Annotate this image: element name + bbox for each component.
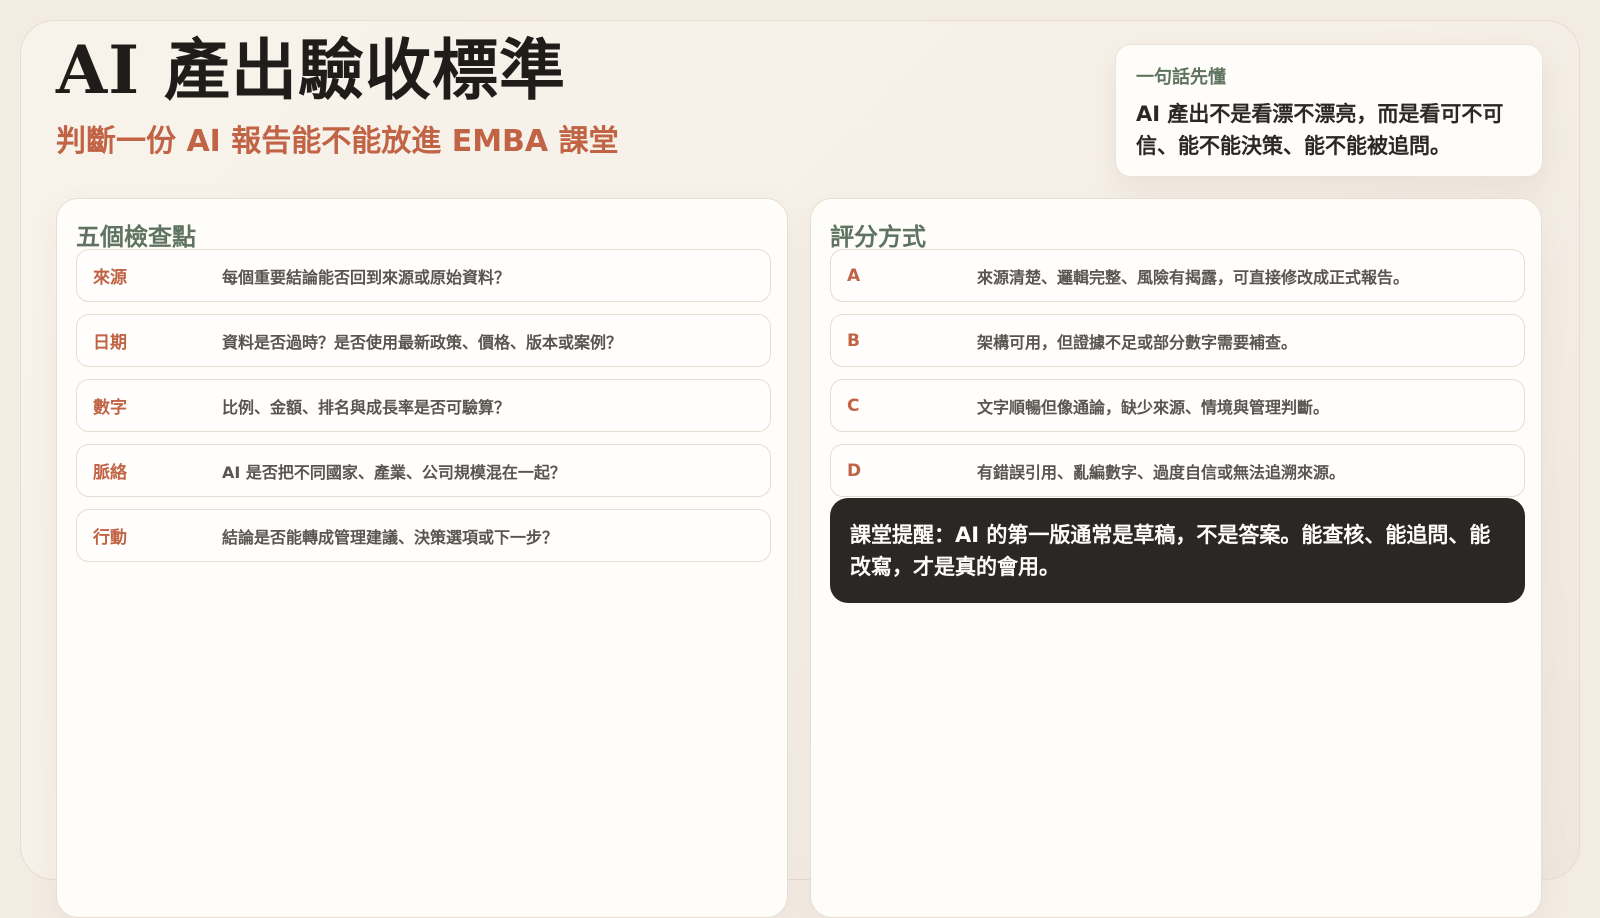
checkpoint-text: 資料是否過時？是否使用最新政策、價格、版本或案例？: [222, 332, 623, 352]
grade-text: 架構可用，但證據不足或部分數字需要補查。: [977, 332, 1298, 352]
summary-text: AI 產出不是看漂不漂亮，而是看可不可信、能不能決策、能不能被追問。: [1136, 102, 1504, 158]
grade-key: A: [847, 265, 861, 286]
checkpoint-text: 比例、金額、排名與成長率是否可驗算？: [222, 397, 511, 417]
page-subtitle: 判斷一份 AI 報告能不能放進 EMBA 課堂: [56, 124, 619, 159]
checkpoint-row-context: 脈絡 AI 是否把不同國家、產業、公司規模混在一起？: [76, 444, 771, 497]
checkpoint-key: 數字: [93, 398, 127, 418]
checkpoint-row-action: 行動 結論是否能轉成管理建議、決策選項或下一步？: [76, 509, 771, 562]
checkpoint-row-date: 日期 資料是否過時？是否使用最新政策、價格、版本或案例？: [76, 314, 771, 367]
grading-list: A 來源清楚、邏輯完整、風險有揭露，可直接修改成正式報告。 B 架構可用，但證據…: [830, 249, 1525, 509]
checkpoint-key: 行動: [93, 528, 127, 548]
grading-panel: 評分方式 A 來源清楚、邏輯完整、風險有揭露，可直接修改成正式報告。 B 架構可…: [810, 198, 1542, 918]
checkpoint-text: AI 是否把不同國家、產業、公司規模混在一起？: [222, 462, 566, 482]
checkpoint-text: 結論是否能轉成管理建議、決策選項或下一步？: [222, 527, 559, 547]
grade-row-b: B 架構可用，但證據不足或部分數字需要補查。: [830, 314, 1525, 367]
checkpoint-text: 每個重要結論能否回到來源或原始資料？: [222, 267, 511, 287]
classroom-reminder: 課堂提醒：AI 的第一版通常是草稿，不是答案。能查核、能追問、能改寫，才是真的會…: [830, 498, 1525, 603]
grade-row-d: D 有錯誤引用、亂編數字、過度自信或無法追溯來源。: [830, 444, 1525, 497]
summary-card: 一句話先懂 AI 產出不是看漂不漂亮，而是看可不可信、能不能決策、能不能被追問。: [1115, 44, 1543, 177]
grade-text: 來源清楚、邏輯完整、風險有揭露，可直接修改成正式報告。: [977, 267, 1410, 287]
grade-key: D: [847, 460, 862, 481]
grade-key: B: [847, 330, 860, 351]
grade-key: C: [847, 395, 860, 416]
checkpoint-row-numbers: 數字 比例、金額、排名與成長率是否可驗算？: [76, 379, 771, 432]
grade-row-c: C 文字順暢但像通論，缺少來源、情境與管理判斷。: [830, 379, 1525, 432]
checkpoints-heading: 五個檢查點: [76, 223, 196, 251]
grade-text: 文字順暢但像通論，缺少來源、情境與管理判斷。: [977, 397, 1330, 417]
page-title: AI 產出驗收標準: [56, 31, 567, 109]
checkpoint-key: 來源: [93, 268, 127, 288]
checkpoint-key: 日期: [93, 333, 127, 353]
grade-row-a: A 來源清楚、邏輯完整、風險有揭露，可直接修改成正式報告。: [830, 249, 1525, 302]
checkpoint-row-source: 來源 每個重要結論能否回到來源或原始資料？: [76, 249, 771, 302]
checkpoints-list: 來源 每個重要結論能否回到來源或原始資料？ 日期 資料是否過時？是否使用最新政策…: [76, 249, 771, 574]
checkpoints-panel: 五個檢查點 來源 每個重要結論能否回到來源或原始資料？ 日期 資料是否過時？是否…: [56, 198, 788, 918]
grading-heading: 評分方式: [830, 223, 926, 251]
grade-text: 有錯誤引用、亂編數字、過度自信或無法追溯來源。: [977, 462, 1346, 482]
summary-label: 一句話先懂: [1136, 67, 1226, 88]
checkpoint-key: 脈絡: [93, 463, 127, 483]
